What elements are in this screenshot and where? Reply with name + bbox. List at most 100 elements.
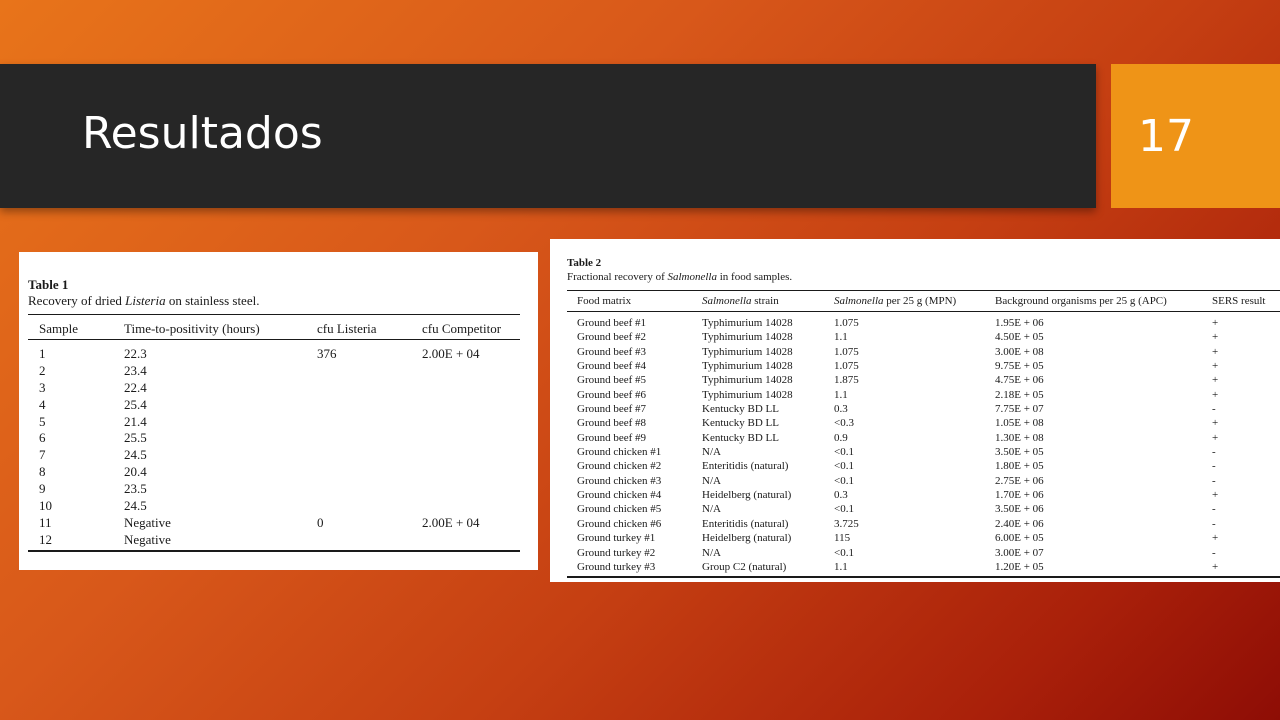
cell-strain: Enteritidis (natural) (702, 460, 789, 473)
cell-food-matrix: Ground turkey #3 (577, 560, 656, 573)
table-row: 2 23.4 (19, 363, 538, 380)
cell-cfu-competitor: 2.00E + 04 (422, 514, 480, 530)
table2-header-food-matrix: Food matrix (577, 295, 631, 307)
table1-bottom-rule (28, 550, 520, 552)
cell-sample: 1 (39, 346, 46, 361)
cell-strain: Heidelberg (natural) (702, 532, 792, 545)
cell-strain: Kentucky BD LL (702, 417, 779, 430)
table2-header-mpn: Salmonella per 25 g (MPN) (834, 295, 956, 307)
table2-header-food-matrix-text: Food matrix (577, 295, 632, 307)
cell-mpn: <0.1 (834, 474, 854, 487)
cell-background-apc: 2.40E + 06 (995, 517, 1044, 530)
cell-sample: 4 (39, 396, 46, 412)
cell-background-apc: 3.00E + 08 (995, 345, 1044, 358)
table1-label: Table 1 (28, 277, 69, 292)
cell-strain: Typhimurium 14028 (702, 331, 793, 344)
cell-time-to-positivity: 24.5 (124, 447, 147, 463)
cell-sers-result: + (1212, 489, 1219, 502)
table-row: Ground beef #1 Typhimurium 14028 1.075 1.95… (550, 317, 1280, 331)
cell-time-to-positivity: 25.4 (124, 396, 147, 412)
cell-sample: 3 (39, 379, 46, 395)
cell-strain: Typhimurium 14028 (702, 360, 793, 373)
table1-body: 1 22.3 376 2.00E + 04 2 23.4 3 22.4 4 25.4 5 21.4 6 2… (19, 346, 538, 549)
table-row: Ground beef #3 Typhimurium 14028 1.075 3.00… (550, 346, 1280, 360)
cell-mpn: <0.1 (834, 446, 854, 459)
table1-header-sample: Sample (39, 321, 78, 336)
cell-sers-result: + (1212, 317, 1219, 329)
table2-header-strain-text: strain (751, 295, 779, 307)
cell-strain: Typhimurium 14028 (702, 317, 793, 329)
cell-background-apc: 6.00E + 05 (995, 532, 1044, 545)
table-row: 4 25.4 (19, 397, 538, 414)
cell-time-to-positivity: 24.5 (124, 498, 147, 514)
cell-food-matrix: Ground chicken #2 (577, 460, 662, 473)
cell-food-matrix: Ground beef #8 (577, 417, 647, 430)
cell-cfu-listeria: 0 (317, 514, 324, 530)
cell-food-matrix: Ground beef #6 (577, 388, 647, 401)
cell-background-apc: 1.80E + 05 (995, 460, 1044, 473)
cell-sample: 9 (39, 481, 46, 497)
cell-food-matrix: Ground chicken #5 (577, 503, 662, 516)
cell-background-apc: 4.75E + 06 (995, 374, 1044, 387)
table2-caption-em: Salmonella (667, 271, 717, 283)
cell-strain: N/A (702, 503, 721, 516)
cell-sample: 12 (39, 531, 52, 547)
cell-sers-result: + (1212, 532, 1219, 545)
table2-bottom-rule (567, 576, 1280, 578)
table-row: Ground chicken #1 N/A <0.1 3.50E + 05 - (550, 446, 1280, 460)
cell-background-apc: 3.50E + 05 (995, 446, 1044, 459)
table-row: Ground beef #5 Typhimurium 14028 1.875 4.75… (550, 374, 1280, 388)
cell-background-apc: 1.05E + 08 (995, 417, 1044, 430)
table-row: Ground turkey #2 N/A <0.1 3.00E + 07 - (550, 547, 1280, 561)
cell-sers-result: - (1212, 403, 1216, 416)
cell-time-to-positivity: 22.3 (124, 346, 147, 361)
table1-header-rule (28, 339, 520, 340)
table-row: 5 21.4 (19, 414, 538, 431)
cell-mpn: 1.1 (834, 388, 848, 401)
cell-mpn: 3.725 (834, 517, 859, 530)
cell-mpn: 1.875 (834, 374, 859, 387)
cell-strain: Heidelberg (natural) (702, 489, 792, 502)
cell-sers-result: - (1212, 503, 1216, 516)
cell-sers-result: + (1212, 374, 1219, 387)
table-row: Ground chicken #2 Enteritidis (natural) <0… (550, 460, 1280, 474)
table2-caption: Fractional recovery of Salmonella in foo… (567, 271, 792, 283)
cell-sample: 11 (39, 514, 52, 530)
cell-sers-result: + (1212, 417, 1219, 430)
table2-header-strain-em: Salmonella (702, 295, 752, 307)
cell-time-to-positivity: 21.4 (124, 413, 147, 429)
slide-number-box (1111, 64, 1280, 208)
cell-mpn: <0.1 (834, 503, 854, 516)
table1-header-cfu-listeria: cfu Listeria (317, 321, 377, 336)
cell-mpn: 1.075 (834, 345, 859, 358)
cell-strain: Kentucky BD LL (702, 403, 779, 416)
table2-caption-pre: Fractional recovery of (567, 271, 668, 283)
cell-mpn: 0.9 (834, 431, 848, 444)
cell-mpn: 115 (834, 532, 851, 545)
cell-sers-result: - (1212, 446, 1216, 459)
cell-time-to-positivity: 22.4 (124, 379, 147, 395)
table2-header-sers-text: SERS result (1212, 295, 1266, 307)
table-row: Ground chicken #6 Enteritidis (natural) 3.… (550, 518, 1280, 532)
cell-time-to-positivity: Negative (124, 531, 171, 547)
cell-background-apc: 1.30E + 08 (995, 431, 1044, 444)
cell-strain: Kentucky BD LL (702, 431, 779, 444)
table-row: Ground chicken #5 N/A <0.1 3.50E + 06 - (550, 503, 1280, 517)
table2-label: Table 2 (567, 257, 602, 269)
cell-food-matrix: Ground beef #2 (577, 331, 647, 344)
table2-header-apc: Background organisms per 25 g (APC) (995, 295, 1167, 307)
table-row: 10 24.5 (19, 498, 538, 515)
table2-header-sers: SERS result (1212, 295, 1265, 307)
cell-food-matrix: Ground chicken #3 (577, 474, 662, 487)
table-row: Ground beef #2 Typhimurium 14028 1.1 4.50E … (550, 331, 1280, 345)
table-row: Ground chicken #4 Heidelberg (natural) 0.3… (550, 489, 1280, 503)
table1-panel: Table 1 Recovery of dried Listeria on st… (19, 252, 538, 570)
cell-sample: 10 (39, 498, 52, 514)
cell-sers-result: - (1212, 460, 1216, 473)
table2-header-apc-text: Background organisms per 25 g (APC) (995, 295, 1167, 307)
cell-sers-result: - (1212, 546, 1216, 559)
table-row: Ground turkey #1 Heidelberg (natural) 115 6… (550, 532, 1280, 546)
cell-background-apc: 1.95E + 06 (995, 317, 1044, 329)
cell-background-apc: 4.50E + 05 (995, 331, 1044, 344)
cell-sample: 8 (39, 464, 46, 480)
